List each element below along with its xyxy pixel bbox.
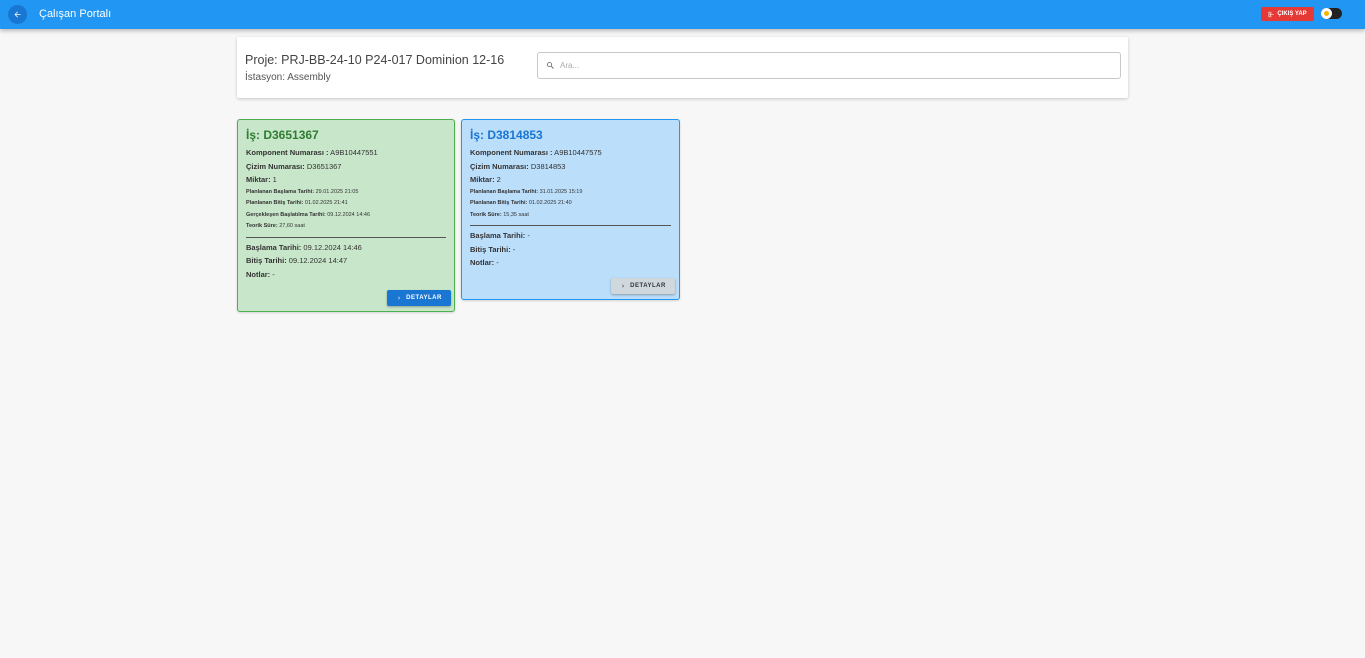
sun-icon: [1324, 11, 1329, 16]
search-box[interactable]: [537, 52, 1121, 79]
notes: Notlar: -: [246, 269, 275, 279]
drawing-number: Çizim Numarası: D3814853: [470, 161, 566, 171]
drawing-number: Çizim Numarası: D3651367: [246, 161, 342, 171]
app-bar: Çalışan Portalı ÇIKIŞ YAP: [0, 0, 1365, 29]
job-title: İş: D3814853: [470, 128, 543, 142]
planned-end-date: Planlanan Bitiş Tarihi: 01.02.2025 21:41: [246, 200, 348, 206]
job-card: İş: D3651367 Komponent Numarası : A9B104…: [237, 119, 455, 312]
details-button[interactable]: DETAYLAR: [387, 290, 451, 306]
station-label: İstasyon: Assembly: [245, 72, 331, 83]
quantity: Miktar: 2: [470, 175, 501, 184]
project-title: Proje: PRJ-BB-24-10 P24-017 Dominion 12-…: [245, 53, 505, 67]
search-icon: [547, 62, 554, 69]
quantity: Miktar: 1: [246, 175, 277, 184]
chevron-right-icon: [622, 284, 625, 288]
job-title: İş: D3651367: [246, 128, 319, 142]
search-input[interactable]: [560, 61, 1100, 70]
arrow-left-icon: [14, 11, 21, 18]
theoretical-duration: Teorik Süre: 15,35 saat: [470, 211, 529, 218]
start-date: Başlama Tarihi: 09.12.2024 14:46: [246, 242, 362, 252]
planned-end-date: Planlanan Bitiş Tarihi: 01.02.2025 21:40: [470, 200, 572, 206]
app-title: Çalışan Portalı: [39, 8, 112, 20]
actual-start-date: Gerçekleşen Başlatılma Tarihi: 09.12.202…: [246, 211, 371, 218]
component-number: Komponent Numarası : A9B10447551: [246, 148, 378, 157]
logout-label: ÇIKIŞ YAP: [1277, 11, 1307, 17]
back-button[interactable]: [8, 5, 27, 24]
details-button[interactable]: DETAYLAR: [611, 278, 675, 294]
project-header-card: Proje: PRJ-BB-24-10 P24-017 Dominion 12-…: [237, 37, 1128, 98]
details-label: DETAYLAR: [406, 295, 442, 301]
divider: [470, 225, 671, 226]
planned-start-date: Planlanan Başlama Tarihi: 31.01.2025 15:…: [470, 188, 583, 195]
component-number: Komponent Numarası : A9B10447575: [470, 148, 602, 157]
divider: [246, 236, 446, 238]
job-card: İş: D3814853 Komponent Numarası : A9B104…: [461, 119, 680, 300]
toggle-knob: [1321, 8, 1332, 19]
chevron-right-icon: [398, 296, 401, 300]
logout-button[interactable]: ÇIKIŞ YAP: [1261, 7, 1314, 21]
theoretical-duration: Teorik Süre: 27,60 saat: [246, 223, 305, 229]
end-date: Bitiş Tarihi: -: [470, 244, 516, 254]
start-date: Başlama Tarihi: -: [470, 231, 530, 240]
details-label: DETAYLAR: [630, 283, 666, 289]
theme-toggle[interactable]: [1321, 8, 1342, 19]
planned-start-date: Planlanan Başlama Tarihi: 29.01.2025 21:…: [246, 188, 359, 195]
notes: Notlar: -: [470, 258, 499, 267]
logout-icon: [1268, 11, 1275, 17]
end-date: Bitiş Tarihi: 09.12.2024 14:47: [246, 256, 348, 265]
